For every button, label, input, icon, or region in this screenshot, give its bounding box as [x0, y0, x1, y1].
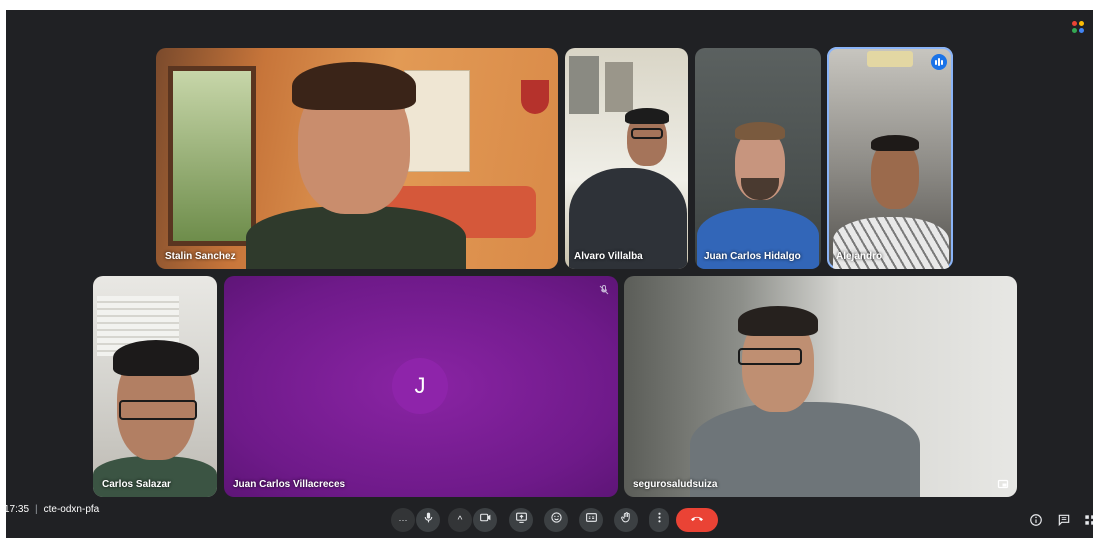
present-icon — [515, 511, 528, 529]
meeting-info: 17:35 | cte-odxn-pfa — [4, 504, 99, 515]
participant-video — [93, 276, 217, 497]
camera-icon — [479, 511, 492, 529]
more-vert-button[interactable] — [649, 508, 669, 532]
participant-tile-alvaro[interactable]: Alvaro Villalba — [565, 48, 688, 269]
more-options-button[interactable]: ··· — [391, 508, 415, 532]
mic-icon — [422, 511, 435, 529]
participant-name: segurosaludsuiza — [633, 479, 718, 490]
participant-tile-juan-carlos-hidalgo[interactable]: Juan Carlos Hidalgo — [695, 48, 821, 269]
captions-button[interactable] — [579, 508, 603, 532]
mic-off-icon — [598, 283, 610, 295]
camera-options-button[interactable]: ^ — [448, 508, 472, 532]
emoji-button[interactable] — [544, 508, 568, 532]
meeting-info-separator: | — [35, 504, 38, 515]
participant-name: Carlos Salazar — [102, 479, 171, 490]
mic-button[interactable] — [416, 508, 440, 532]
participant-tile-segurosaludsuiza[interactable]: segurosaludsuiza — [624, 276, 1017, 497]
participant-name: Juan Carlos Hidalgo — [704, 251, 801, 262]
end-call-button[interactable] — [676, 508, 718, 532]
captions-icon — [585, 511, 598, 529]
participant-video — [827, 47, 953, 269]
meet-stage: Stalin Sanchez Alvaro Villalba Juan Carl… — [6, 10, 1093, 538]
participant-name: Alvaro Villalba — [574, 251, 643, 262]
more-label: ··· — [398, 515, 408, 525]
camera-button[interactable] — [473, 508, 497, 532]
avatar: J — [392, 358, 448, 414]
wall-decor — [521, 80, 549, 114]
participant-name: Alejandro — [836, 251, 883, 262]
participant-tile-carlos-salazar[interactable]: Carlos Salazar — [93, 276, 217, 497]
participant-name: Stalin Sanchez — [165, 251, 236, 262]
more-vert-icon — [653, 511, 666, 529]
emoji-icon — [550, 511, 563, 529]
chevron-up-label: ^ — [457, 514, 463, 526]
activities-icon[interactable] — [1083, 513, 1093, 527]
participant-video — [695, 48, 821, 269]
raise-hand-button[interactable] — [614, 508, 638, 532]
chat-icon[interactable] — [1057, 513, 1071, 527]
present-button[interactable] — [509, 508, 533, 532]
participant-video — [565, 48, 688, 269]
apps-icon[interactable] — [1072, 21, 1086, 35]
participant-tile-alejandro[interactable]: Alejandro — [827, 47, 953, 269]
participant-video — [624, 276, 1017, 497]
participant-video — [226, 56, 486, 269]
avatar-letter: J — [414, 373, 426, 398]
participant-tile-juan-carlos-villacreces[interactable]: J Juan Carlos Villacreces — [224, 276, 618, 497]
participant-tile-stalin[interactable]: Stalin Sanchez — [156, 48, 558, 269]
speaking-indicator — [931, 54, 947, 70]
meeting-code: cte-odxn-pfa — [43, 504, 100, 515]
participant-name: Juan Carlos Villacreces — [233, 479, 346, 490]
raise-hand-icon — [620, 511, 633, 529]
pip-icon[interactable] — [997, 477, 1009, 489]
info-icon[interactable] — [1029, 513, 1043, 527]
end-call-icon — [689, 510, 705, 531]
meeting-time: 17:35 — [4, 504, 30, 515]
